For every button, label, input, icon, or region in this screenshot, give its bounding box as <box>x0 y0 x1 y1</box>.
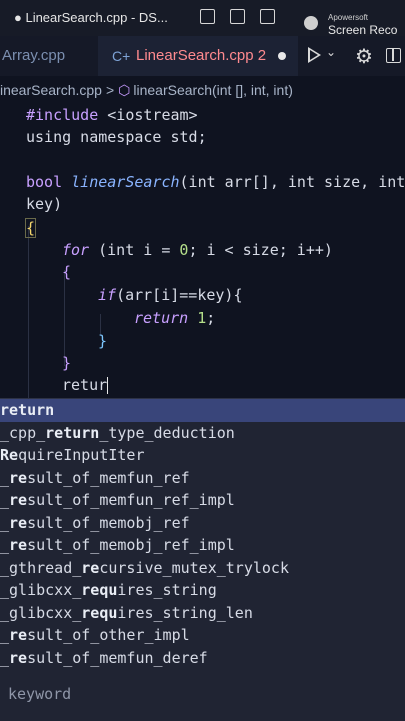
breadcrumb-symbol[interactable]: linearSearch(int [], int, int) <box>133 82 293 98</box>
unsaved-dot-icon[interactable] <box>278 52 286 60</box>
code-editor[interactable]: #include <iostream> using namespace std;… <box>0 104 405 398</box>
code-line: bool linearSearch(int arr[], int size, i… <box>26 173 405 191</box>
code-line: return 1; <box>134 309 216 327</box>
suggestion-item[interactable]: _result_of_memfun_ref <box>0 467 405 490</box>
code-line: using namespace std; <box>26 128 207 146</box>
suggestion-item[interactable]: _result_of_memobj_ref <box>0 512 405 535</box>
code-line: #include <iostream> <box>26 106 198 124</box>
watermark-label: Screen Reco <box>328 23 398 37</box>
cpp-file-icon: C+ <box>112 48 131 64</box>
indent-guide <box>28 226 29 398</box>
breadcrumb-file[interactable]: inearSearch.cpp <box>0 82 102 98</box>
watermark-brand: Apowersoft <box>328 13 369 22</box>
toggle-secondary-sidebar-icon[interactable] <box>260 9 275 24</box>
suggestion-item[interactable]: _cpp_return_type_deduction <box>0 422 405 445</box>
gear-icon[interactable]: ⚙ <box>355 44 373 69</box>
code-line: { <box>62 263 72 281</box>
code-line: { <box>24 218 37 238</box>
chevron-right-icon: > <box>105 82 115 98</box>
suggestion-item[interactable]: _result_of_memobj_ref_impl <box>0 534 405 557</box>
editor-tab-bar: Array.cpp C+ LinearSearch.cpp 2 ⌄ ⚙ <box>0 36 405 76</box>
autocomplete-list[interactable]: return _cpp_return_type_deduction RequireI… <box>0 398 405 721</box>
code-line-current: retur <box>62 376 109 394</box>
suggestion-item-selected[interactable]: return <box>0 399 405 422</box>
suggestion-item[interactable]: RequireInputIter <box>0 444 405 467</box>
code-line: if(arr[i]==key){ <box>98 286 243 304</box>
split-editor-icon[interactable] <box>386 48 401 63</box>
code-line: } <box>98 332 108 350</box>
suggestion-item[interactable]: _gthread_recursive_mutex_trylock <box>0 557 405 580</box>
suggestion-item[interactable]: _result_of_other_impl <box>0 624 405 647</box>
text-cursor <box>107 377 109 394</box>
breadcrumb: inearSearch.cpp > ⬡ linearSearch(int [], in… <box>0 76 405 104</box>
tab-label: Array.cpp <box>2 47 66 64</box>
suggestion-item[interactable]: _result_of_memfun_deref <box>0 647 405 670</box>
tab-linearsearch-cpp[interactable]: C+ LinearSearch.cpp 2 <box>98 36 298 76</box>
suggestion-item[interactable]: _glibcxx_requires_string <box>0 579 405 602</box>
tab-array-cpp[interactable]: Array.cpp <box>0 36 96 76</box>
title-bar: ● LinearSearch.cpp - DS... Apowersoft Sc… <box>0 0 405 37</box>
toggle-sidebar-icon[interactable] <box>200 9 215 24</box>
run-icon[interactable] <box>308 47 321 63</box>
code-line: key) <box>26 195 63 213</box>
suggestion-detail: keyword <box>8 685 72 703</box>
suggestion-item[interactable]: _glibcxx_requires_string_len <box>0 602 405 625</box>
suggestion-item[interactable]: _result_of_memfun_ref_impl <box>0 489 405 512</box>
camera-icon <box>304 16 318 30</box>
toggle-panel-icon[interactable] <box>230 9 245 24</box>
tab-label: LinearSearch.cpp 2 <box>136 47 267 64</box>
code-line: } <box>62 354 72 372</box>
symbol-method-icon: ⬡ <box>118 82 131 98</box>
code-line: for (int i = 0; i < size; i++) <box>62 241 333 259</box>
chevron-down-icon[interactable]: ⌄ <box>326 45 336 59</box>
window-title: ● LinearSearch.cpp - DS... <box>14 10 168 25</box>
